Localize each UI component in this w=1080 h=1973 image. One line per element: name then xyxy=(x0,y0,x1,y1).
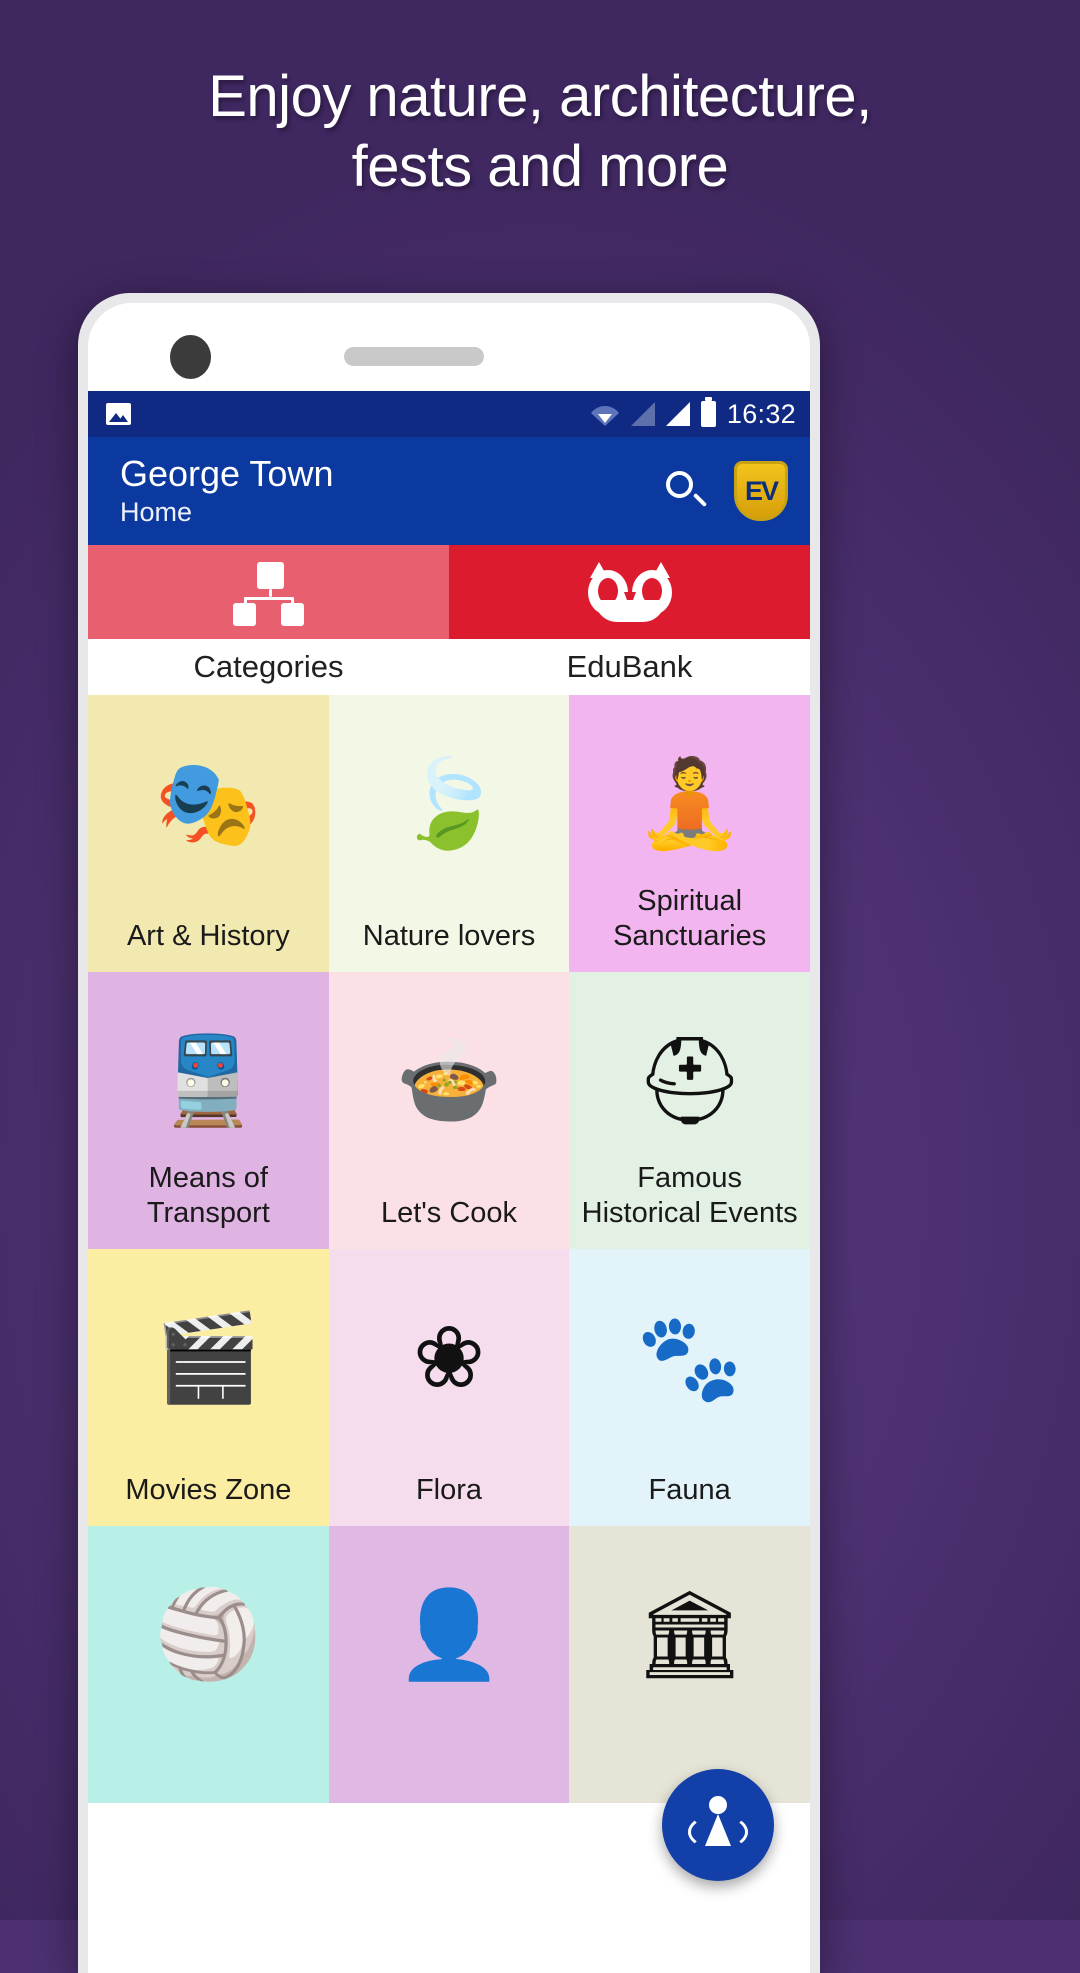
person-pin-icon xyxy=(688,1794,748,1856)
helmet-icon: ⛑ xyxy=(635,1032,745,1129)
ball-icon: 🏐 xyxy=(154,1586,262,1683)
buddha-icon: 🧘 xyxy=(636,755,744,852)
phone-mockup: 16:32 George Town Home EV Categories Edu… xyxy=(78,293,820,1973)
category-tile[interactable]: 🐾 Fauna xyxy=(569,1249,810,1526)
person-pin-fab[interactable] xyxy=(662,1769,774,1881)
category-tile[interactable]: ⛑ Famous Historical Events xyxy=(569,972,810,1249)
phone-bezel-top xyxy=(88,303,810,391)
status-bar-time: 16:32 xyxy=(726,398,796,429)
category-tile-label: Flora xyxy=(415,1474,483,1506)
person-icon: 👤 xyxy=(395,1586,503,1683)
category-tile-label: Fauna xyxy=(648,1474,731,1506)
category-tile[interactable]: 🏛 xyxy=(569,1526,810,1803)
signal-empty-icon xyxy=(630,402,655,426)
category-tile[interactable]: 🎬 Movies Zone xyxy=(88,1249,329,1526)
tab-label-row: Categories EduBank xyxy=(88,639,810,695)
promo-headline: Enjoy nature, architecture, fests and mo… xyxy=(0,62,1080,202)
category-tile-label: Means of Transport xyxy=(146,1162,270,1229)
headline-line-1: Enjoy nature, architecture, xyxy=(208,64,872,129)
category-tile[interactable]: 🍃 Nature lovers xyxy=(328,695,570,972)
category-tile-label: Spiritual Sanctuaries xyxy=(613,885,767,952)
app-bar: George Town Home EV xyxy=(88,437,810,545)
category-tile-label: Let's Cook xyxy=(380,1197,518,1229)
leaf-icon: 🍃 xyxy=(395,755,503,852)
owl-icon xyxy=(587,562,673,622)
category-tile[interactable]: 🚆 Means of Transport xyxy=(88,972,329,1249)
train-icon: 🚆 xyxy=(154,1032,262,1129)
front-camera-icon xyxy=(170,335,211,379)
tab-label-categories[interactable]: Categories xyxy=(88,639,449,695)
wifi-icon xyxy=(590,402,620,426)
building-icon: 🏛 xyxy=(635,1586,745,1683)
clapperboard-icon: 🎬 xyxy=(154,1309,262,1406)
search-icon[interactable] xyxy=(664,469,708,513)
brand-badge-icon[interactable]: EV xyxy=(734,461,788,521)
category-tile[interactable]: 🍲 Let's Cook xyxy=(328,972,570,1249)
category-grid: 🎭 Art & History 🍃 Nature lovers 🧘 Spiritual S… xyxy=(88,695,810,1803)
earpiece-speaker xyxy=(344,347,484,366)
category-tile-label: Nature lovers xyxy=(362,920,536,952)
category-tile[interactable]: 🎭 Art & History xyxy=(88,695,329,972)
theater-masks-icon: 🎭 xyxy=(154,755,262,852)
food-cloche-icon: 🍲 xyxy=(395,1032,503,1129)
category-tile-label: Movies Zone xyxy=(125,1474,292,1506)
battery-icon xyxy=(700,397,716,427)
app-bar-subtitle: Home xyxy=(120,497,193,527)
category-tile[interactable]: 👤 xyxy=(328,1526,570,1803)
category-tile[interactable]: 🏐 xyxy=(88,1526,329,1803)
category-tile-label: Art & History xyxy=(126,920,290,952)
paw-icon: 🐾 xyxy=(636,1309,744,1406)
tab-edubank[interactable] xyxy=(449,545,810,639)
status-bar: 16:32 xyxy=(88,391,810,437)
photo-icon xyxy=(106,403,131,425)
sitemap-icon xyxy=(232,562,305,626)
category-tile[interactable]: 🧘 Spiritual Sanctuaries xyxy=(569,695,810,972)
app-bar-title: George Town xyxy=(120,453,334,494)
tab-strip xyxy=(88,545,810,639)
category-tile[interactable]: ❀ Flora xyxy=(328,1249,570,1526)
headline-line-2: fests and more xyxy=(351,134,729,199)
category-tile-label: Famous Historical Events xyxy=(581,1162,798,1229)
signal-full-icon xyxy=(665,402,690,426)
flower-icon: ❀ xyxy=(412,1309,486,1406)
tab-label-edubank[interactable]: EduBank xyxy=(449,639,810,695)
tab-categories[interactable] xyxy=(88,545,449,639)
